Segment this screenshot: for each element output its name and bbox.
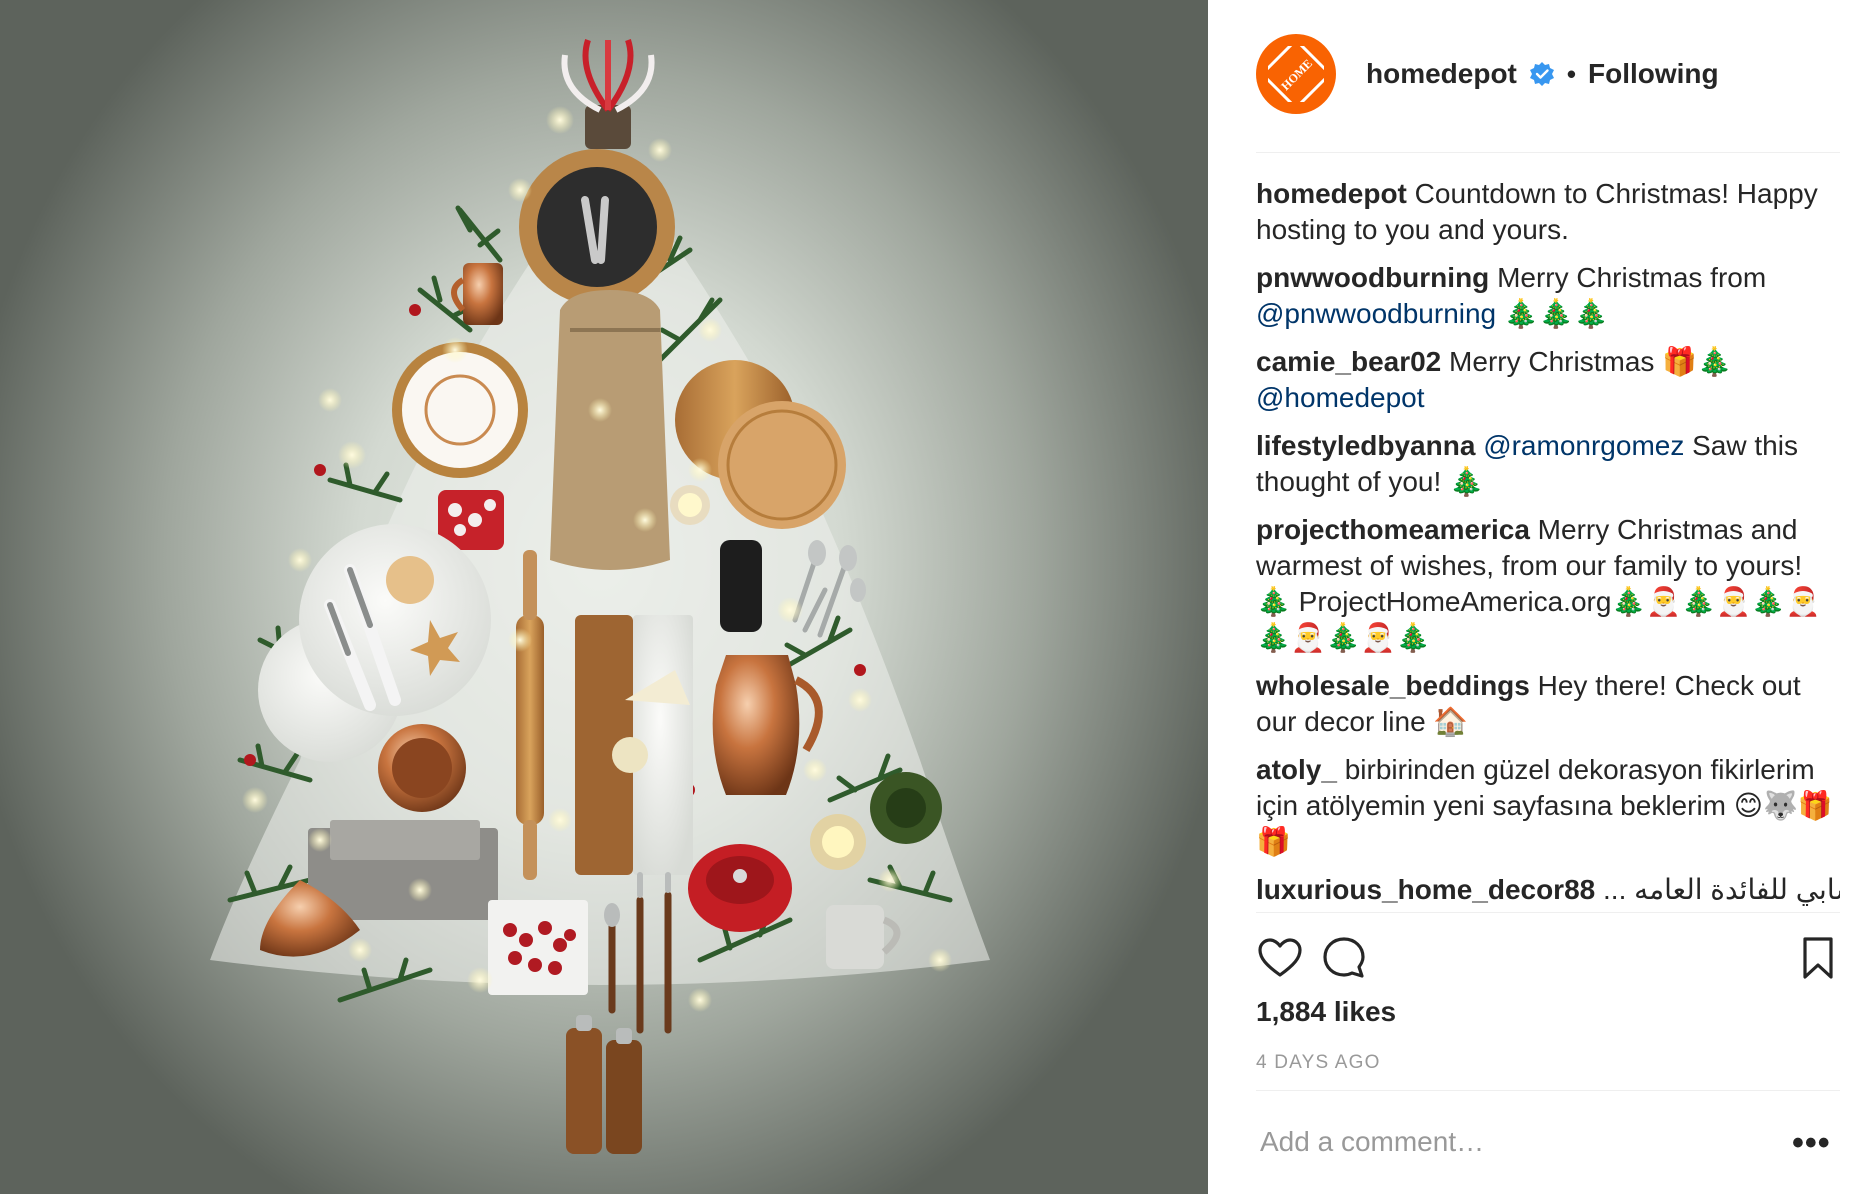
comment-item: wholesale_beddings Hey there! Check out … bbox=[1256, 668, 1840, 740]
comment-text: birbirinden güzel dekorasyon fikirlerim … bbox=[1256, 754, 1833, 857]
comment-item: atoly_ birbirinden güzel dekorasyon fiki… bbox=[1256, 752, 1840, 860]
comment-username[interactable]: lifestyledbyanna bbox=[1256, 430, 1475, 461]
instagram-post: HOME homedepot • Following homedepot Cou… bbox=[0, 0, 1872, 1194]
comment-mention-link[interactable]: @ramonrgomez bbox=[1483, 430, 1684, 461]
more-options-icon[interactable]: ••• bbox=[1792, 1126, 1831, 1160]
comment-username[interactable]: atoly_ bbox=[1256, 754, 1337, 785]
add-comment-input[interactable] bbox=[1260, 1126, 1780, 1158]
comment-username[interactable]: luxurious_home_decor88 bbox=[1256, 874, 1595, 905]
bookmark-icon[interactable] bbox=[1794, 934, 1842, 982]
comment-text: Merry Christmas 🎁🎄 bbox=[1449, 346, 1732, 377]
post-side-panel: HOME homedepot • Following homedepot Cou… bbox=[1208, 0, 1872, 1194]
comments-divider bbox=[1256, 912, 1840, 913]
comment-username[interactable]: camie_bear02 bbox=[1256, 346, 1441, 377]
speech-bubble-icon[interactable] bbox=[1320, 934, 1368, 982]
comment-text: ... حسابي للفائدة العامه bbox=[1603, 874, 1840, 905]
comment-item: luxurious_home_decor88 ... حسابي للفائدة… bbox=[1256, 872, 1840, 906]
christmas-tree-arrangement bbox=[210, 39, 990, 1154]
comment-username[interactable]: homedepot bbox=[1256, 178, 1407, 209]
comment-text: 🎄🎄🎄 bbox=[1496, 298, 1609, 329]
like-count[interactable]: 1,884 likes bbox=[1256, 996, 1396, 1028]
home-depot-logo-icon: HOME bbox=[1268, 46, 1324, 102]
comment-item: camie_bear02 Merry Christmas 🎁🎄 @homedep… bbox=[1256, 344, 1840, 416]
following-button[interactable]: Following bbox=[1588, 58, 1719, 90]
svg-text:HOME: HOME bbox=[1278, 56, 1315, 93]
verified-badge-icon bbox=[1529, 61, 1555, 87]
comment-item: lifestyledbyanna @ramonrgomez Saw this t… bbox=[1256, 428, 1840, 500]
post-photo[interactable] bbox=[0, 0, 1208, 1194]
homedepot-avatar[interactable]: HOME bbox=[1256, 34, 1336, 114]
comment-mention-link[interactable]: @pnwwoodburning bbox=[1256, 298, 1496, 329]
comment-username[interactable]: wholesale_beddings bbox=[1256, 670, 1530, 701]
post-header: HOME homedepot • Following bbox=[1256, 34, 1719, 114]
comment-text: Merry Christmas from bbox=[1497, 262, 1767, 293]
comment-list: homedepot Countdown to Christmas! Happy … bbox=[1256, 176, 1840, 906]
comment-item: pnwwoodburning Merry Christmas from @pnw… bbox=[1256, 260, 1840, 332]
heart-icon[interactable] bbox=[1256, 934, 1304, 982]
header-separator: • bbox=[1566, 58, 1576, 89]
comment-mention-link[interactable]: @homedepot bbox=[1256, 382, 1425, 413]
comment-username[interactable]: pnwwoodburning bbox=[1256, 262, 1489, 293]
post-timestamp[interactable]: 4 DAYS AGO bbox=[1256, 1052, 1381, 1074]
header-divider bbox=[1256, 152, 1840, 153]
action-bar bbox=[1256, 934, 1840, 982]
comment-item: projecthomeamerica Merry Christmas and w… bbox=[1256, 512, 1840, 656]
candy-cane-topper bbox=[561, 39, 655, 149]
post-author-username[interactable]: homedepot bbox=[1366, 58, 1517, 90]
comment-item: homedepot Countdown to Christmas! Happy … bbox=[1256, 176, 1840, 248]
comment-username[interactable]: projecthomeamerica bbox=[1256, 514, 1530, 545]
comment-box-divider bbox=[1256, 1090, 1840, 1091]
